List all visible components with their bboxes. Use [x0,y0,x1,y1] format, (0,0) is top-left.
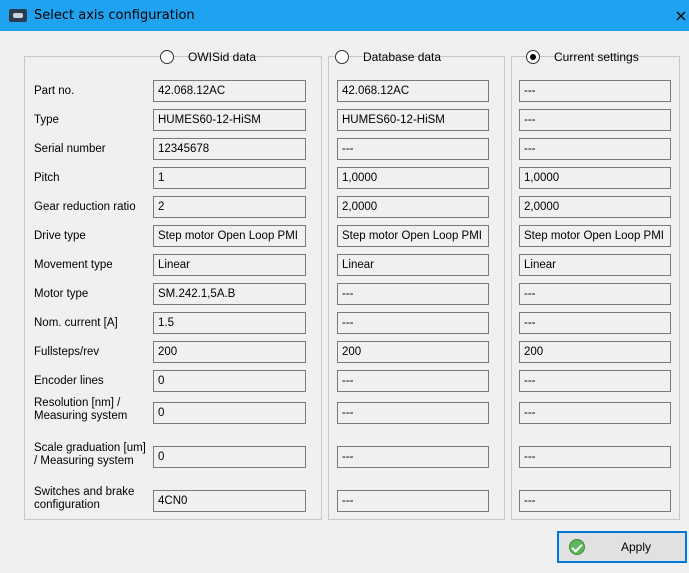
check-circle-icon [569,539,585,555]
owisid-field[interactable]: HUMES60-12-HiSM [153,109,306,131]
database-field[interactable]: --- [337,370,489,392]
apply-button[interactable]: Apply [557,531,687,563]
current-field[interactable]: Step motor Open Loop PMI [519,225,671,247]
owisid-field[interactable]: 1 [153,167,306,189]
row-label: Encoder lines [34,375,104,387]
row-label: Pitch [34,172,60,184]
row-label: Part no. [34,85,75,97]
database-field[interactable]: HUMES60-12-HiSM [337,109,489,131]
radio-current-label: Current settings [554,50,639,64]
radio-owisid[interactable]: OWISid data [160,47,256,67]
current-field[interactable]: --- [519,109,671,131]
database-field[interactable]: 2,0000 [337,196,489,218]
row-label: Drive type [34,230,86,242]
owisid-field[interactable]: 0 [153,402,306,424]
current-field[interactable]: Linear [519,254,671,276]
owisid-field[interactable]: 12345678 [153,138,306,160]
radio-database-circle[interactable] [335,50,349,64]
database-field[interactable]: --- [337,283,489,305]
owisid-field[interactable]: Linear [153,254,306,276]
current-field[interactable]: --- [519,80,671,102]
current-field[interactable]: 1,0000 [519,167,671,189]
database-field[interactable]: --- [337,312,489,334]
row-label: Serial number [34,143,106,155]
radio-database[interactable]: Database data [335,47,441,67]
current-field[interactable]: --- [519,138,671,160]
owisid-field[interactable]: SM.242.1,5A.B [153,283,306,305]
row-label: Resolution [nm] / Measuring system [34,397,128,422]
row-label: Type [34,114,59,126]
row-label: Scale graduation [um] / Measuring system [34,442,146,467]
close-button[interactable]: × [673,0,689,31]
owisid-field[interactable]: 200 [153,341,306,363]
current-field[interactable]: 200 [519,341,671,363]
app-icon [9,9,27,22]
row-label: Movement type [34,259,113,271]
current-field[interactable]: --- [519,490,671,512]
current-field[interactable]: --- [519,370,671,392]
database-field[interactable]: 42.068.12AC [337,80,489,102]
database-field[interactable]: --- [337,138,489,160]
current-field[interactable]: --- [519,312,671,334]
database-field[interactable]: Linear [337,254,489,276]
radio-current[interactable]: Current settings [526,47,639,67]
owisid-field[interactable]: 42.068.12AC [153,80,306,102]
radio-owisid-circle[interactable] [160,50,174,64]
owisid-field[interactable]: 0 [153,446,306,468]
owisid-field[interactable]: 4CN0 [153,490,306,512]
owisid-field[interactable]: 0 [153,370,306,392]
apply-label: Apply [621,540,652,554]
owisid-field[interactable]: Step motor Open Loop PMI [153,225,306,247]
title-bar: Select axis configuration × [0,0,689,31]
database-field[interactable]: 1,0000 [337,167,489,189]
owisid-field[interactable]: 1.5 [153,312,306,334]
radio-database-label: Database data [363,50,442,64]
database-field[interactable]: --- [337,446,489,468]
row-label: Nom. current [A] [34,317,118,329]
window-title: Select axis configuration [34,8,195,23]
radio-owisid-label: OWISid data [188,50,257,64]
current-field[interactable]: --- [519,283,671,305]
current-field[interactable]: --- [519,402,671,424]
row-label: Gear reduction ratio [34,201,136,213]
radio-current-circle[interactable] [526,50,540,64]
owisid-field[interactable]: 2 [153,196,306,218]
current-field[interactable]: 2,0000 [519,196,671,218]
database-field[interactable]: --- [337,402,489,424]
row-label: Fullsteps/rev [34,346,100,358]
database-field[interactable]: --- [337,490,489,512]
row-label: Motor type [34,288,89,300]
current-field[interactable]: --- [519,446,671,468]
database-field[interactable]: Step motor Open Loop PMI [337,225,489,247]
database-field[interactable]: 200 [337,341,489,363]
row-label: Switches and brake configuration [34,486,135,511]
